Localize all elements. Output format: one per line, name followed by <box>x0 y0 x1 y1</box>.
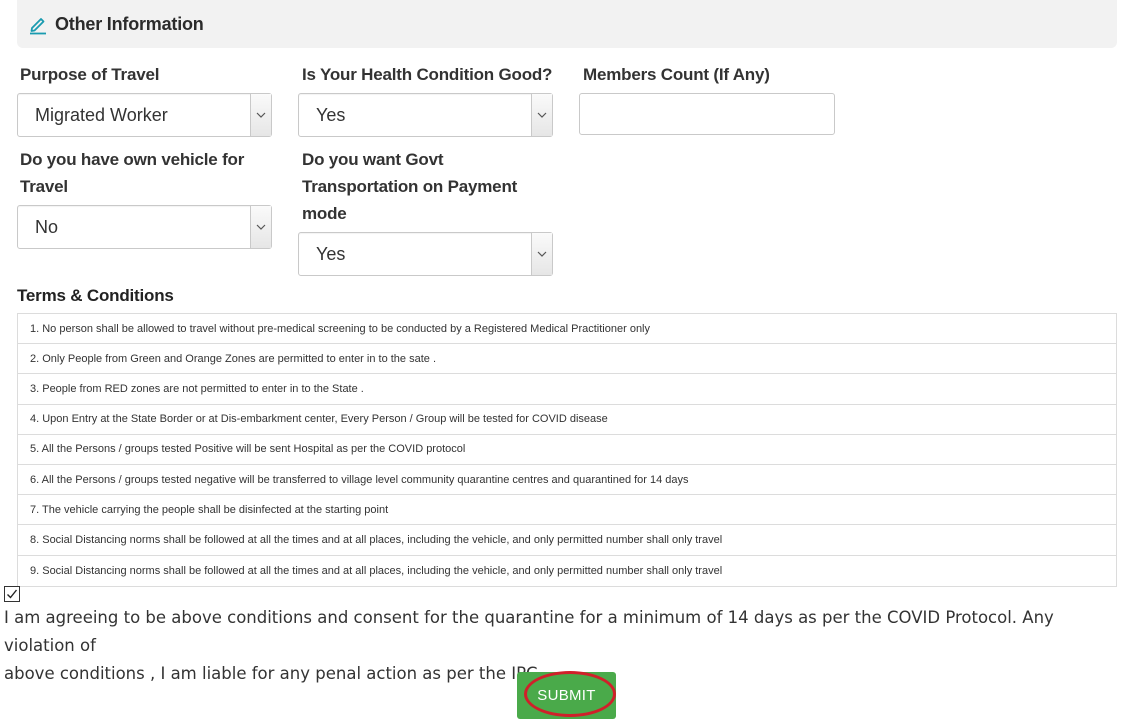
chevron-down-icon <box>250 206 271 248</box>
own-vehicle-label-line1: Do you have own vehicle for <box>20 150 245 169</box>
table-row: 3. People from RED zones are not permitt… <box>18 374 1116 405</box>
edit-pencil-icon <box>27 13 49 35</box>
chevron-down-icon <box>250 94 271 136</box>
own-vehicle-value: No <box>35 216 59 237</box>
members-count-label: Members Count (If Any) <box>583 65 770 84</box>
submit-button[interactable]: SUBMIT <box>517 672 616 719</box>
chevron-down-icon <box>531 233 552 275</box>
govt-transport-label-line2: Transportation on Payment <box>302 177 518 196</box>
purpose-of-travel-label: Purpose of Travel <box>20 65 160 84</box>
health-condition-select[interactable]: Yes <box>298 93 553 137</box>
own-vehicle-label: Do you have own vehicle for Travel <box>20 146 244 200</box>
table-row: 1. No person shall be allowed to travel … <box>18 314 1116 345</box>
table-row: 4. Upon Entry at the State Border or at … <box>18 405 1116 435</box>
consent-line-1: I am agreeing to be above conditions and… <box>4 608 1054 655</box>
table-row: 9. Social Distancing norms shall be foll… <box>30 564 723 577</box>
terms-title: Terms & Conditions <box>17 286 174 305</box>
health-condition-value: Yes <box>316 104 346 125</box>
govt-transport-label-line3: mode <box>302 204 347 223</box>
terms-table: 1. No person shall be allowed to travel … <box>17 313 1117 587</box>
own-vehicle-label-line2: Travel <box>20 177 68 196</box>
table-row: 2. Only People from Green and Orange Zon… <box>18 344 1116 375</box>
table-row: 6. All the Persons / groups tested negat… <box>18 465 1116 496</box>
govt-transport-label: Do you want Govt Transportation on Payme… <box>302 146 517 227</box>
health-condition-label: Is Your Health Condition Good? <box>302 65 553 84</box>
govt-transport-value: Yes <box>316 243 346 264</box>
table-row: 7. The vehicle carrying the people shall… <box>18 495 1116 526</box>
chevron-down-icon <box>531 94 552 136</box>
govt-transport-select[interactable]: Yes <box>298 232 553 276</box>
purpose-of-travel-value: Migrated Worker <box>35 104 168 125</box>
own-vehicle-select[interactable]: No <box>17 205 272 249</box>
checkmark-icon <box>7 589 18 599</box>
consent-checkbox[interactable] <box>4 586 20 602</box>
section-title: Other Information <box>55 13 204 34</box>
govt-transport-label-line1: Do you want Govt <box>302 150 444 169</box>
members-count-input[interactable] <box>579 93 835 135</box>
table-row: 5. All the Persons / groups tested Posit… <box>18 435 1116 465</box>
table-row: 8. Social Distancing norms shall be foll… <box>18 525 1116 556</box>
section-header: Other Information <box>17 0 1117 48</box>
purpose-of-travel-select[interactable]: Migrated Worker <box>17 93 272 137</box>
